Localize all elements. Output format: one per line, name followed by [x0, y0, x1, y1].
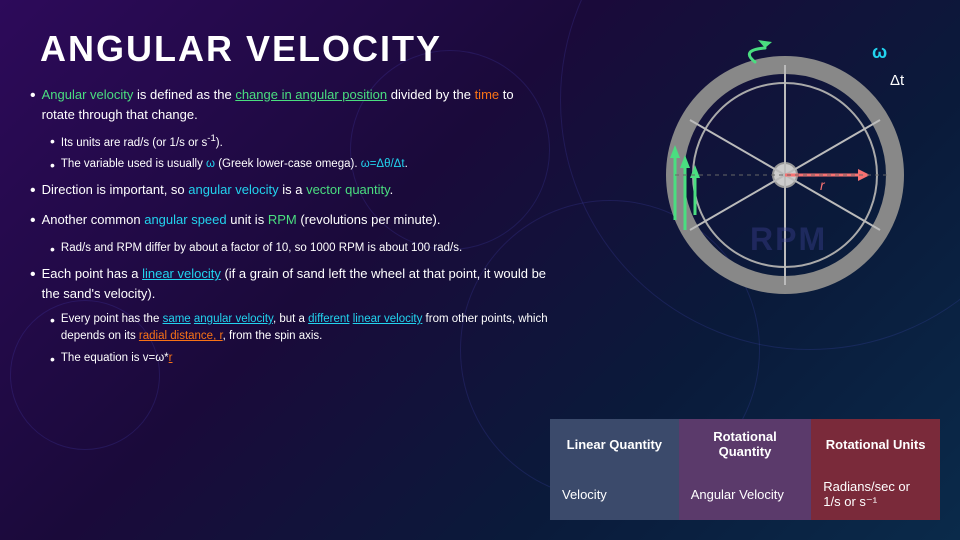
bullet-3: • Another common angular speed unit is R…	[30, 210, 550, 232]
sub-bullet-4-2: • The equation is v=ω*r	[30, 350, 550, 370]
sub-bullet-1-2: • The variable used is usually ω (Greek …	[30, 156, 550, 176]
col-header-rotational-units: Rotational Units	[811, 419, 940, 469]
bullet-1: • Angular velocity is defined as the cha…	[30, 85, 550, 124]
rpm-bg-text: RPM	[750, 221, 827, 257]
r-label: r	[820, 177, 826, 193]
cell-velocity: Velocity	[550, 469, 679, 520]
time-term: time	[475, 87, 500, 102]
angular-velocity-term: Angular velocity	[42, 87, 134, 102]
col-header-rotational-qty: Rotational Quantity	[679, 419, 812, 469]
sub-bullet-3-1: • Rad/s and RPM differ by about a factor…	[30, 240, 550, 260]
wheel-svg: ω Δt r RPM	[600, 20, 920, 310]
bullet-2: • Direction is important, so angular vel…	[30, 180, 550, 202]
cell-radians-sec: Radians/sec or 1/s or s⁻¹	[811, 469, 940, 520]
page-title: ANGULAR VELOCITY	[40, 28, 442, 70]
data-table-container: Linear Quantity Rotational Quantity Rota…	[550, 419, 940, 520]
delta-t-label: Δt	[890, 72, 905, 89]
change-angular-position: change in angular position	[235, 87, 387, 102]
wheel-diagram: ω Δt r RPM	[600, 20, 920, 320]
cell-angular-velocity: Angular Velocity	[679, 469, 812, 520]
sub-bullet-1-1: • Its units are rad/s (or 1/s or s-1).	[30, 132, 550, 152]
content-area: • Angular velocity is defined as the cha…	[30, 85, 550, 373]
bullet-1-text: Angular velocity is defined as the chang…	[42, 85, 550, 124]
table-row: Velocity Angular Velocity Radians/sec or…	[550, 469, 940, 520]
data-table: Linear Quantity Rotational Quantity Rota…	[550, 419, 940, 520]
sub-bullet-4-1: • Every point has the same angular veloc…	[30, 311, 550, 346]
omega-label: ω	[872, 42, 887, 62]
bullet-dot: •	[30, 85, 36, 124]
bullet-4: • Each point has a linear velocity (if a…	[30, 264, 550, 303]
col-header-linear: Linear Quantity	[550, 419, 679, 469]
